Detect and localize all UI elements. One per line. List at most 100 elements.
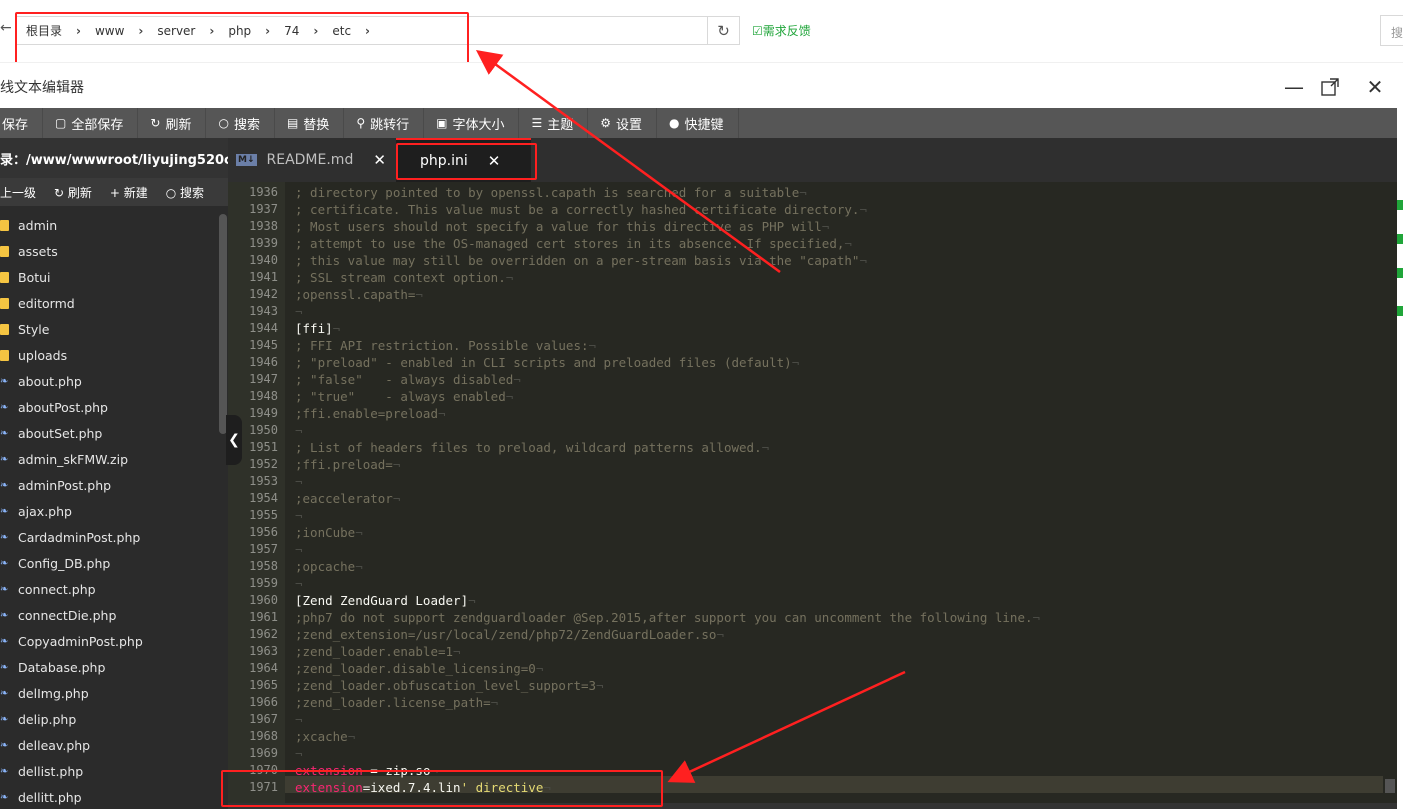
code-line[interactable]: ;xcache¬ [295,728,355,745]
code-editor[interactable]: 1936 1937 1938 1939 1940 1941 1942 1943 1944 1945… [228,182,1397,809]
code-line[interactable]: ¬ [295,422,303,439]
file-list-scrollbar[interactable] [218,212,228,809]
code-line[interactable]: ; directory pointed to by openssl.capath… [295,184,807,201]
file-list-item[interactable]: ❧ about.php [0,368,218,394]
file-list-item[interactable]: Botui [0,264,218,290]
file-list-item[interactable]: Style [0,316,218,342]
file-list-item[interactable]: ❧ delip.php [0,706,218,732]
file-search-input[interactable]: 搜 [1380,15,1403,46]
code-line[interactable]: ; attempt to use the OS-managed cert sto… [295,235,852,252]
file-list-item[interactable]: uploads [0,342,218,368]
editor-scroll-thumb[interactable] [1385,779,1395,793]
code-line[interactable]: ; FFI API restriction. Possible values:¬ [295,337,596,354]
code-line[interactable]: ; certificate. This value must be a corr… [295,201,867,218]
close-dialog-button[interactable]: ✕ [1357,69,1393,105]
tab-close-icon[interactable]: ✕ [373,151,386,169]
code-line[interactable]: ;opcache¬ [295,558,363,575]
code-line[interactable]: ;zend_loader.obfuscation_level_support=3… [295,677,604,694]
file-name: delip.php [18,711,77,727]
code-line[interactable]: ; "false" - always disabled¬ [295,371,521,388]
code-line[interactable]: ; "preload" - enabled in CLI scripts and… [295,354,799,371]
file-list-item[interactable]: ❧ Config_DB.php [0,550,218,576]
file-list-item[interactable]: ❧ dellist.php [0,758,218,784]
code-line[interactable]: ; this value may still be overridden on … [295,252,867,269]
code-line[interactable]: ;ffi.enable=preload¬ [295,405,446,422]
back-arrow-icon[interactable]: ← [0,20,12,36]
file-list-item[interactable]: ❧ connectDie.php [0,602,218,628]
eol-marker-icon: ¬ [844,236,852,251]
code-line[interactable]: ;ffi.preload=¬ [295,456,400,473]
toolbar-replace-button[interactable]: ▤ 替换 [275,108,345,138]
eol-marker-icon: ¬ [332,321,341,336]
file-name: Botui [18,269,51,285]
file-list-item[interactable]: ❧ CardadminPost.php [0,524,218,550]
file-list-item[interactable]: admin [0,212,218,238]
file-list-item[interactable]: ❧ delleav.php [0,732,218,758]
toolbar-search-button[interactable]: ○ 搜索 [206,108,275,138]
code-line[interactable]: ¬ [295,473,303,490]
line-number: 1940 [249,253,278,267]
code-line[interactable]: ;zend_extension=/usr/local/zend/php72/Ze… [295,626,724,643]
code-line[interactable]: ¬ [295,711,303,728]
code-line[interactable]: ¬ [295,303,303,320]
refresh-path-button[interactable]: ↻ [708,16,740,45]
code-line[interactable]: ; SSL stream context option.¬ [295,269,513,286]
toolbar-refresh-button[interactable]: ↻ 刷新 [138,108,207,138]
collapse-panel-button[interactable]: ❮ [226,415,242,465]
file-list-item[interactable]: ❧ aboutPost.php [0,394,218,420]
file-list-item[interactable]: ❧ delImg.php [0,680,218,706]
folder-icon [0,297,9,309]
code-line[interactable]: ¬ [295,575,303,592]
file-list-item[interactable]: ❧ ajax.php [0,498,218,524]
code-line[interactable]: ;ionCube¬ [295,524,363,541]
toolbar-shortcut-button[interactable]: ● 快捷键 [657,108,739,138]
maximize-button[interactable] [1312,69,1348,105]
toolbar-theme-button[interactable]: ☰ 主题 [519,108,589,138]
file-list-item[interactable]: ❧ adminPost.php [0,472,218,498]
toolbar-save-button[interactable]: 保存 [0,108,44,138]
file-icon: ❧ [0,739,9,751]
code-line[interactable]: [ffi]¬ [295,320,340,337]
editor-scrollbar[interactable] [1383,182,1397,809]
file-list-item[interactable]: editormd [0,290,218,316]
toolbar-settings-button[interactable]: ⚙ 设置 [588,108,658,138]
code-line[interactable]: ;php7 do not support zendguardloader @Se… [295,609,1040,626]
file-list-item[interactable]: assets [0,238,218,264]
line-number: 1954 [249,491,278,505]
code-line[interactable]: ¬ [295,507,303,524]
toolbar-label: 字体大小 [452,117,505,133]
code-line[interactable]: ;zend_loader.disable_licensing=0¬ [295,660,543,677]
code-line[interactable]: ; "true" - always enabled¬ [295,388,513,405]
toolbar-save-all-button[interactable]: ▢ 全部保存 [43,108,139,138]
minimize-button[interactable]: — [1276,69,1312,105]
code-line[interactable]: ¬ [295,745,303,762]
file-list-scroll-thumb[interactable] [219,214,227,434]
code-line[interactable]: [Zend ZendGuard Loader]¬ [295,592,476,609]
file-list-item[interactable]: ❧ aboutSet.php [0,420,218,446]
code-line[interactable]: ;openssl.capath=¬ [295,286,423,303]
file-list-item[interactable]: ❧ admin_skFMW.zip [0,446,218,472]
file-action-button[interactable]: ↻ 刷新 [54,184,92,201]
file-list-item[interactable]: ❧ CopyadminPost.php [0,628,218,654]
toolbar-goto-line-button[interactable]: ⚲ 跳转行 [344,108,425,138]
code-text: ; attempt to use the OS-managed cert sto… [295,236,845,251]
code-line[interactable]: ; List of headers files to preload, wild… [295,439,769,456]
code-line[interactable]: ;zend_loader.enable=1¬ [295,643,461,660]
code-line[interactable]: ¬ [295,541,303,558]
toolbar-font-size-button[interactable]: ▣ 字体大小 [424,108,520,138]
feedback-link[interactable]: ☑需求反馈 [752,22,811,39]
code-line[interactable]: ;zend_loader.license_path=¬ [295,694,498,711]
line-number: 1953 [249,474,278,488]
file-action-button[interactable]: + 新建 [110,184,148,201]
tab-label: README.md [266,152,354,168]
file-list-item[interactable]: ❧ dellitt.php [0,784,218,809]
line-number: 1966 [249,695,278,709]
file-action-button[interactable]: 上一级 [0,184,36,201]
tab-readme[interactable]: M↓ README.md ✕ [228,138,396,182]
file-list-item[interactable]: ❧ connect.php [0,576,218,602]
file-action-button[interactable]: ○ 搜索 [166,184,204,201]
code-line[interactable]: ; Most users should not specify a value … [295,218,829,235]
file-list-item[interactable]: ❧ Database.php [0,654,218,680]
file-icon: ❧ [0,713,9,725]
code-line[interactable]: ;eaccelerator¬ [295,490,400,507]
